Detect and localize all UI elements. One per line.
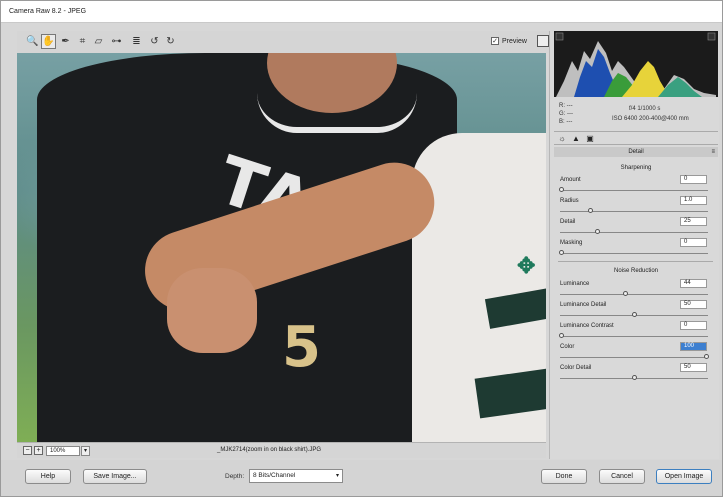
photo-logo: ✥ bbox=[517, 253, 536, 278]
radius-slider-thumb[interactable] bbox=[588, 208, 593, 213]
chevron-down-icon: ▾ bbox=[335, 473, 339, 479]
preferences-icon[interactable]: ≣ bbox=[129, 34, 144, 49]
panel-title: Detail bbox=[628, 149, 644, 155]
luminance-label: Luminance bbox=[560, 281, 590, 287]
toolbar: 🔍 ✋ ✒ ⌗ ⏥ ⊶ ≣ ↺ ↻ ✓ Preview bbox=[17, 31, 549, 53]
white-balance-tool-icon[interactable]: ✒ bbox=[58, 34, 73, 49]
luminance-contrast-slider[interactable] bbox=[560, 336, 708, 337]
section-divider bbox=[558, 261, 713, 262]
depth-select[interactable]: 8 Bits/Channel ▾ bbox=[249, 469, 343, 483]
detail-panel-icon[interactable]: ▲ bbox=[571, 134, 581, 144]
crop-tool-icon[interactable]: ⌗ bbox=[75, 34, 90, 49]
luminance-contrast-slider-thumb[interactable] bbox=[559, 333, 564, 338]
done-button[interactable]: Done bbox=[541, 469, 587, 484]
shadow-clip-icon[interactable] bbox=[555, 32, 564, 41]
color-slider[interactable] bbox=[560, 357, 708, 358]
highlight-clip-icon[interactable] bbox=[707, 32, 716, 41]
panel-tabs: ☼ ▲ ▣ bbox=[554, 131, 718, 145]
histogram bbox=[554, 31, 718, 97]
luminance-slider-thumb[interactable] bbox=[623, 291, 628, 296]
amount-slider-thumb[interactable] bbox=[559, 187, 564, 192]
preview-toggle[interactable]: ✓ Preview bbox=[491, 37, 527, 45]
detail-field[interactable]: 25 bbox=[680, 217, 707, 226]
luminance-slider[interactable] bbox=[560, 294, 708, 295]
right-panel: R: --- G: --- B: --- f/4 1/1000 s ISO 64… bbox=[549, 31, 719, 459]
fullscreen-icon[interactable] bbox=[537, 35, 549, 47]
photo-collar bbox=[257, 93, 417, 133]
open-image-button[interactable]: Open Image bbox=[656, 469, 712, 484]
window-title: Camera Raw 8.2 - JPEG bbox=[9, 8, 87, 15]
camera-raw-window: Camera Raw 8.2 - JPEG 🔍 ✋ ✒ ⌗ ⏥ ⊶ ≣ ↺ ↻ … bbox=[0, 0, 723, 497]
rotate-right-icon[interactable]: ↻ bbox=[163, 34, 178, 49]
hand-tool-icon[interactable]: ✋ bbox=[41, 34, 56, 49]
image-preview[interactable]: TAN 5 ✥ bbox=[17, 53, 546, 442]
g-value: G: --- bbox=[559, 111, 573, 117]
rotate-left-icon[interactable]: ↺ bbox=[147, 34, 162, 49]
camera-calibration-icon[interactable]: ▣ bbox=[585, 134, 595, 144]
detail-label: Detail bbox=[560, 219, 576, 225]
filename-label: _MJK2714(zoom in on black shirt).JPG bbox=[217, 447, 322, 453]
sharpening-title: Sharpening bbox=[620, 165, 652, 171]
luminance-detail-slider-thumb[interactable] bbox=[632, 312, 637, 317]
save-image-button[interactable]: Save Image... bbox=[83, 469, 147, 484]
color-field[interactable]: 100 bbox=[680, 342, 707, 351]
bottom-bar: Help Save Image... Depth: 8 Bits/Channel… bbox=[1, 460, 722, 496]
info-readout: R: --- G: --- B: --- f/4 1/1000 s ISO 64… bbox=[554, 101, 718, 129]
title-bar: Camera Raw 8.2 - JPEG bbox=[1, 1, 722, 23]
amount-slider[interactable] bbox=[560, 190, 708, 191]
histogram-graph bbox=[555, 32, 716, 97]
rgb-readout: R: --- G: --- B: --- bbox=[559, 102, 573, 126]
basic-panel-icon[interactable]: ☼ bbox=[557, 134, 567, 144]
amount-label: Amount bbox=[560, 177, 581, 183]
radius-field[interactable]: 1.0 bbox=[680, 196, 707, 205]
help-button[interactable]: Help bbox=[25, 469, 71, 484]
r-value: R: --- bbox=[559, 103, 573, 109]
color-detail-label: Color Detail bbox=[560, 365, 592, 371]
color-slider-thumb[interactable] bbox=[704, 354, 709, 359]
luminance-contrast-field[interactable]: 0 bbox=[680, 321, 707, 330]
preview-label: Preview bbox=[502, 37, 527, 45]
photo-hand bbox=[167, 268, 257, 353]
exif-aperture-shutter: f/4 1/1000 s bbox=[629, 106, 661, 112]
masking-slider[interactable] bbox=[560, 253, 708, 254]
panel-menu-icon[interactable]: ≡ bbox=[711, 147, 715, 157]
histogram-cyan bbox=[658, 77, 702, 97]
detail-slider[interactable] bbox=[560, 232, 708, 233]
radius-label: Radius bbox=[560, 198, 579, 204]
noise-reduction-title: Noise Reduction bbox=[613, 268, 659, 274]
depth-label: Depth: bbox=[225, 473, 245, 480]
red-eye-tool-icon[interactable]: ⊶ bbox=[109, 34, 124, 49]
amount-field[interactable]: 0 bbox=[680, 175, 707, 184]
cancel-button[interactable]: Cancel bbox=[599, 469, 645, 484]
zoom-out-button[interactable]: − bbox=[23, 446, 32, 455]
color-detail-field[interactable]: 50 bbox=[680, 363, 707, 372]
color-detail-slider-thumb[interactable] bbox=[632, 375, 637, 380]
zoom-level-field[interactable]: 100% bbox=[46, 446, 80, 456]
photo-jersey-number: 5 bbox=[282, 315, 321, 380]
luminance-contrast-label: Luminance Contrast bbox=[560, 323, 614, 329]
straighten-tool-icon[interactable]: ⏥ bbox=[91, 34, 106, 49]
zoom-dropdown-icon[interactable]: ▾ bbox=[81, 446, 90, 456]
panel-header: Detail ≡ bbox=[554, 147, 718, 157]
exif-iso-lens: ISO 6400 200-400@400 mm bbox=[612, 116, 689, 122]
depth-value: 8 Bits/Channel bbox=[253, 472, 296, 479]
luminance-field[interactable]: 44 bbox=[680, 279, 707, 288]
preview-checkbox[interactable]: ✓ bbox=[491, 37, 499, 45]
zoom-tool-icon[interactable]: 🔍 bbox=[25, 34, 40, 49]
color-label: Color bbox=[560, 344, 575, 350]
status-bar: − + 100% ▾ _MJK2714(zoom in on black shi… bbox=[17, 442, 546, 458]
masking-slider-thumb[interactable] bbox=[559, 250, 564, 255]
luminance-detail-label: Luminance Detail bbox=[560, 302, 607, 308]
masking-label: Masking bbox=[560, 240, 583, 246]
detail-slider-thumb[interactable] bbox=[595, 229, 600, 234]
luminance-detail-field[interactable]: 50 bbox=[680, 300, 707, 309]
b-value: B: --- bbox=[559, 119, 573, 125]
zoom-in-button[interactable]: + bbox=[34, 446, 43, 455]
radius-slider[interactable] bbox=[560, 211, 708, 212]
masking-field[interactable]: 0 bbox=[680, 238, 707, 247]
